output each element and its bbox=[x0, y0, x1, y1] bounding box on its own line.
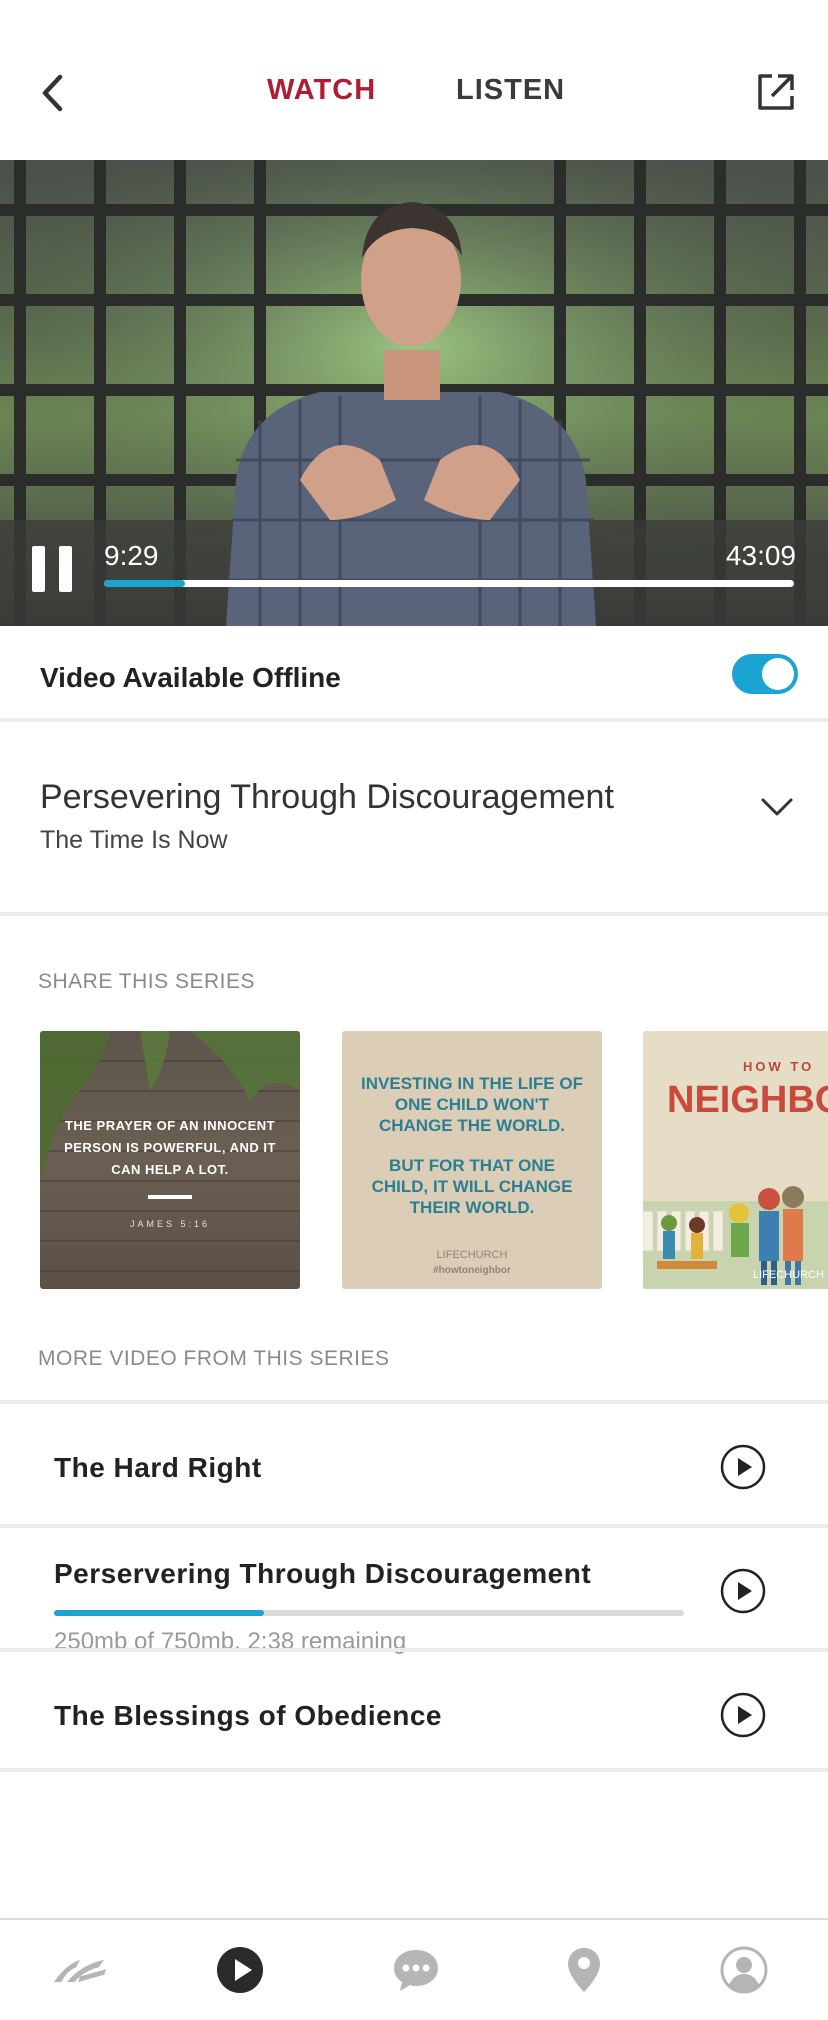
nav-home[interactable] bbox=[52, 1942, 108, 1998]
video-progress-fill bbox=[104, 580, 185, 587]
expand-details-button[interactable] bbox=[760, 790, 794, 824]
chevron-down-icon bbox=[761, 798, 793, 816]
lifechurch-logo-icon bbox=[53, 1959, 107, 1983]
video-title: The Blessings of Obedience bbox=[54, 1700, 442, 1731]
nav-watch[interactable] bbox=[212, 1942, 268, 1998]
current-time: 9:29 bbox=[104, 540, 159, 571]
play-button[interactable] bbox=[720, 1568, 766, 1614]
quote-text-part2: BUT FOR THAT ONE CHILD, IT WILL CHANGE T… bbox=[371, 1156, 573, 1217]
card-kicker: HOW TO bbox=[743, 1059, 815, 1074]
quote-text-part1: INVESTING IN THE LIFE OF ONE CHILD WON'T… bbox=[361, 1074, 583, 1135]
video-title: The Hard Right bbox=[54, 1452, 262, 1483]
offline-label: Video Available Offline bbox=[40, 662, 341, 693]
offline-toggle[interactable] bbox=[732, 654, 798, 694]
more-videos-list: The Hard Right Perservering Through Disc… bbox=[0, 1400, 828, 1772]
video-player[interactable]: 9:29 43:09 bbox=[0, 160, 828, 626]
card-headline: NEIGHBO bbox=[667, 1079, 828, 1121]
series-name: The Time Is Now bbox=[40, 826, 228, 854]
share-card-quote[interactable]: INVESTING IN THE LIFE OF ONE CHILD WON'T… bbox=[342, 1031, 602, 1289]
tab-listen[interactable]: LISTEN bbox=[456, 74, 565, 107]
share-cards-carousel[interactable]: THE PRAYER OF AN INNOCENT PERSON IS POWE… bbox=[0, 1031, 828, 1291]
play-circle-outline-icon bbox=[720, 1568, 766, 1614]
total-time: 43:09 bbox=[725, 540, 796, 571]
profile-icon bbox=[720, 1946, 768, 1994]
nav-locations[interactable] bbox=[556, 1942, 612, 1998]
nav-profile[interactable] bbox=[716, 1942, 772, 1998]
verse-text: THE PRAYER OF AN INNOCENT PERSON IS POWE… bbox=[64, 1118, 276, 1177]
list-item[interactable]: The Blessings of Obedience bbox=[0, 1648, 828, 1772]
card-brand: LIFECHURCH bbox=[753, 1269, 824, 1281]
toggle-knob bbox=[762, 658, 794, 690]
download-progress-fill bbox=[54, 1610, 264, 1616]
top-header: WATCH LISTEN bbox=[0, 0, 828, 160]
message-info: Persevering Through Discouragement The T… bbox=[0, 724, 828, 916]
video-scrubber[interactable] bbox=[104, 580, 794, 587]
share-section-label: SHARE THIS SERIES bbox=[38, 970, 256, 993]
list-item[interactable]: Perservering Through Discouragement 250m… bbox=[0, 1524, 828, 1655]
play-button[interactable] bbox=[720, 1444, 766, 1490]
chat-bubble-icon bbox=[394, 1950, 438, 1991]
share-button[interactable] bbox=[754, 70, 798, 114]
verse-divider bbox=[148, 1195, 192, 1199]
chevron-left-icon bbox=[42, 74, 63, 112]
play-button[interactable] bbox=[720, 1692, 766, 1738]
location-pin-icon bbox=[568, 1948, 600, 1992]
share-card-how-to-neighbor[interactable]: HOW TO NEIGHBO LIFECHURCH bbox=[643, 1031, 828, 1289]
video-title: Perservering Through Discouragement bbox=[54, 1558, 592, 1589]
card-hashtag: #howtoneighbor bbox=[433, 1265, 511, 1276]
download-progress-bar bbox=[54, 1610, 684, 1616]
share-card-verse[interactable]: THE PRAYER OF AN INNOCENT PERSON IS POWE… bbox=[40, 1031, 300, 1289]
list-item[interactable]: The Hard Right bbox=[0, 1400, 828, 1524]
card-brand: LIFECHURCH bbox=[436, 1249, 508, 1261]
play-circle-outline-icon bbox=[720, 1444, 766, 1490]
tab-watch[interactable]: WATCH bbox=[267, 74, 376, 107]
external-share-icon bbox=[758, 74, 794, 110]
back-button[interactable] bbox=[30, 65, 74, 121]
more-videos-label: MORE VIDEO FROM THIS SERIES bbox=[38, 1347, 390, 1370]
bottom-nav bbox=[0, 1918, 828, 2020]
offline-row: Video Available Offline bbox=[0, 626, 828, 722]
play-circle-outline-icon bbox=[720, 1692, 766, 1738]
message-title: Persevering Through Discouragement bbox=[40, 778, 614, 816]
play-circle-icon bbox=[217, 1947, 263, 1993]
nav-chat[interactable] bbox=[388, 1942, 444, 1998]
verse-reference: JAMES 5:16 bbox=[129, 1219, 211, 1229]
pause-button[interactable] bbox=[32, 546, 74, 592]
